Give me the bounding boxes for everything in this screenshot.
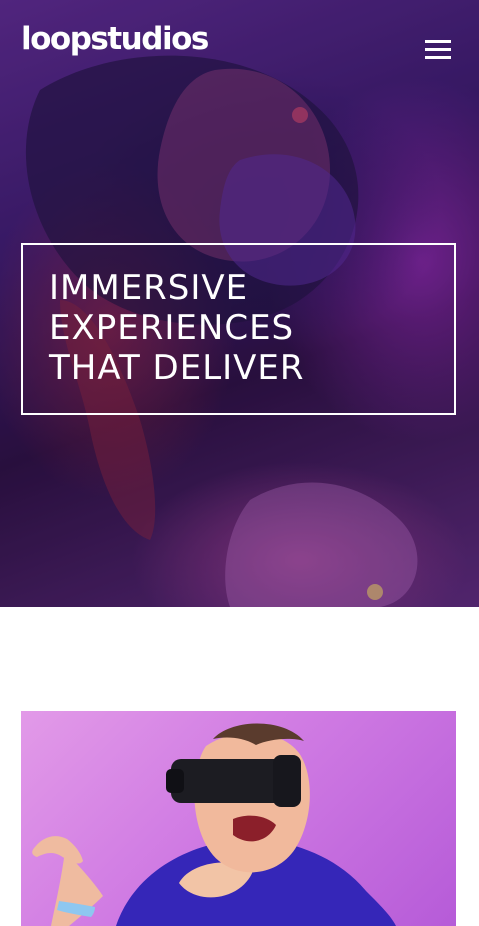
hero-section: loopstudios IMMERSIVE EXPERIENCES THAT D… (0, 0, 479, 607)
site-logo[interactable]: loopstudios (21, 24, 209, 55)
hero-title-box: IMMERSIVE EXPERIENCES THAT DELIVER (21, 243, 456, 415)
menu-bar-top (425, 40, 451, 43)
hamburger-menu-icon[interactable] (425, 40, 451, 60)
vr-headset-man-image (21, 711, 456, 926)
hero-title: IMMERSIVE EXPERIENCES THAT DELIVER (49, 268, 305, 388)
menu-bar-middle (425, 48, 451, 51)
menu-bar-bottom (425, 56, 451, 59)
